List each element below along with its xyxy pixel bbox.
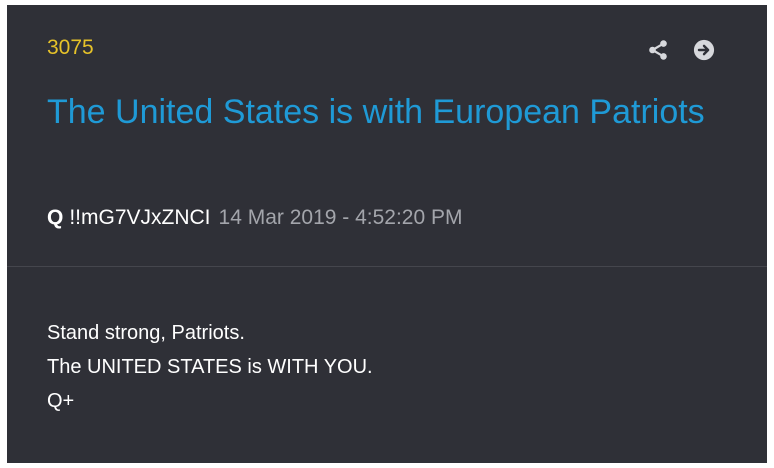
share-icon xyxy=(649,40,667,60)
share-button[interactable] xyxy=(645,37,671,63)
post-body-line: The UNITED STATES is WITH YOU. xyxy=(47,356,373,378)
post-actions xyxy=(645,37,717,63)
post-timestamp: 14 Mar 2019 - 4:52:20 PM xyxy=(218,206,463,229)
post-card: 3075 The United States is with European … xyxy=(7,5,767,463)
post-title[interactable]: The United States is with European Patri… xyxy=(47,91,727,133)
post-meta: Q !!mG7VJxZNCI 14 Mar 2019 - 4:52:20 PM xyxy=(47,204,463,232)
post-number: 3075 xyxy=(47,36,94,59)
post-header: 3075 The United States is with European … xyxy=(7,5,767,266)
author-name: Q xyxy=(47,206,64,229)
open-post-button[interactable] xyxy=(691,37,717,63)
post-body: Stand strong, Patriots. The UNITED STATE… xyxy=(47,316,373,418)
post-body-line: Q+ xyxy=(47,390,75,412)
header-divider xyxy=(7,266,767,267)
author-tripcode: !!mG7VJxZNCI xyxy=(69,206,211,229)
post-body-line: Stand strong, Patriots. xyxy=(47,322,245,344)
arrow-right-circle-icon xyxy=(693,39,715,61)
